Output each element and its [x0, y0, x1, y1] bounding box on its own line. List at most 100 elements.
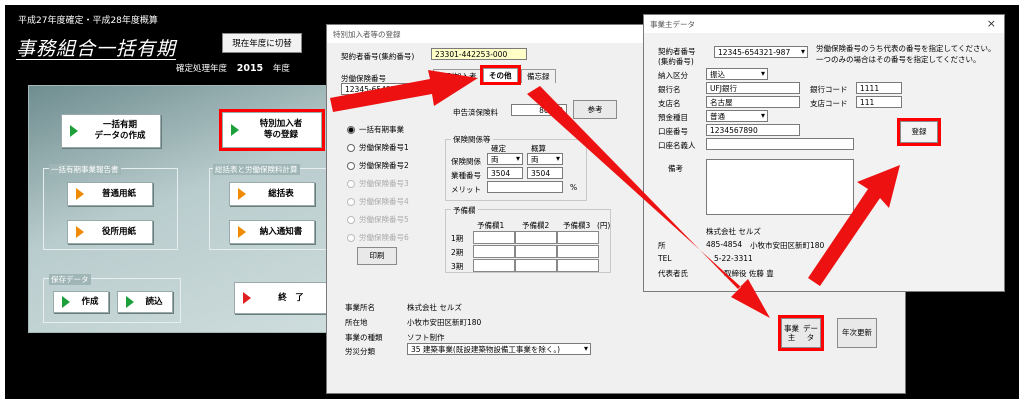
arrow-icon — [70, 125, 78, 137]
menu-panel: 一括有期 データの作成 特別加入者 等の登録 一括有期事業報告書 普通用紙 役所用紙… — [28, 85, 353, 333]
bank-code-field[interactable]: 1111 — [856, 82, 902, 94]
reserve-cell[interactable] — [557, 245, 599, 258]
reserve-col-2: 予備欄2 — [522, 221, 550, 230]
industry-estimated-field[interactable]: 3504 — [527, 167, 563, 179]
summary-button[interactable]: 総括表 — [229, 182, 315, 206]
reserve-cell[interactable] — [473, 259, 515, 272]
special-label-1: 特別加入者 — [259, 119, 303, 130]
app-title: 事務組合一括有期 — [16, 38, 177, 60]
fiscal-year-unit: 年度 — [272, 64, 290, 74]
create-data-button[interactable]: 一括有期 データの作成 — [61, 114, 161, 148]
arrow-icon — [231, 124, 239, 136]
close-icon[interactable]: × — [987, 17, 996, 30]
tab-other[interactable]: その他 — [480, 65, 521, 85]
summary-group-label: 総括表と労働保険料計算 — [213, 164, 300, 175]
radio-insurance-2[interactable]: 労働保険番号2 — [347, 160, 409, 171]
bank-name-label: 銀行名 — [658, 85, 681, 94]
merit-unit: % — [570, 183, 578, 192]
radio-insurance-4[interactable]: 労働保険番号4 — [347, 196, 409, 207]
tab-memo[interactable]: 備忘録 — [521, 69, 556, 83]
relation-confirmed-select[interactable]: 両 — [487, 153, 523, 165]
reserve-cell[interactable] — [557, 231, 599, 244]
memo-field[interactable] — [706, 159, 854, 215]
account-number-label: 口座番号 — [658, 127, 688, 136]
employer-contract-select[interactable]: 12345-654321-987 — [714, 46, 808, 58]
fiscal-year-value: 2015 — [236, 63, 264, 74]
report-group-label: 一括有期事業報告書 — [49, 164, 121, 175]
arrow-icon — [76, 226, 84, 238]
reserve-group-title: 予備欄 — [451, 205, 478, 216]
employer-contract-label: 契約者番号 (集約番号) — [658, 47, 696, 66]
reserve-col-3: 予備欄3 — [563, 221, 591, 230]
arrow-icon — [243, 292, 251, 304]
radio-insurance-5[interactable]: 労働保険番号5 — [347, 214, 409, 225]
payment-type-select[interactable]: 振込 — [706, 68, 768, 80]
account-holder-field[interactable] — [706, 138, 854, 150]
employer-data-button[interactable]: 事業主 データ — [778, 315, 824, 351]
row-merit: メリット — [451, 185, 481, 194]
annual-update-button[interactable]: 年次 更新 — [837, 318, 877, 348]
office-name-value: 株式会社 セルズ — [407, 303, 462, 312]
reserve-cell[interactable] — [473, 231, 515, 244]
industry-confirmed-field[interactable]: 3504 — [487, 167, 523, 179]
save-load-button[interactable]: 読込 — [117, 291, 173, 313]
employer-address: 小牧市安田区新町180 — [750, 241, 825, 250]
reserve-cell[interactable] — [515, 259, 557, 272]
reserve-cell[interactable] — [557, 259, 599, 272]
office-name-label: 事業所名 — [345, 303, 375, 312]
print-button[interactable]: 印刷 — [357, 247, 397, 265]
declared-premium-field[interactable]: 80000 — [511, 104, 567, 116]
tab-special[interactable]: 特別加入者 — [433, 69, 483, 83]
special-member-register-button[interactable]: 特別加入者 等の登録 — [219, 109, 325, 151]
main-menu-window: 平成27年度確定・平成28年度概算 事務組合一括有期 現在年度に切替 確定処理年… — [10, 10, 353, 340]
office-paper-button[interactable]: 役所用紙 — [67, 220, 153, 244]
branch-name-label: 支店名 — [658, 99, 681, 108]
memo-label: 備考 — [668, 164, 683, 173]
register-button[interactable]: 登録 — [897, 118, 941, 146]
radio-insurance-1[interactable]: 労働保険番号1 — [347, 142, 409, 153]
reserve-cell[interactable] — [515, 231, 557, 244]
arrow-icon — [76, 188, 84, 200]
save-create-button[interactable]: 作成 — [53, 291, 109, 313]
employer-data-window: 事業主データ × 契約者番号(集約番号) 12345-654321-987 労働… — [643, 14, 1005, 292]
save-create-label: 作成 — [81, 296, 99, 307]
accident-class-select[interactable]: 35 建築事業(既設建築物設備工事業を除く。) — [407, 343, 591, 355]
contract-number-field[interactable]: 23301-442253-000 — [431, 48, 527, 60]
app-subtitle: 平成27年度確定・平成28年度概算 — [18, 16, 158, 26]
employer-company-name: 株式会社 セルズ — [706, 227, 761, 236]
save-data-group-label: 保存データ — [49, 274, 91, 285]
deposit-type-select[interactable]: 普通 — [706, 110, 768, 122]
business-type-value: ソフト制作 — [407, 333, 445, 342]
switch-year-button[interactable]: 現在年度に切替 — [222, 33, 302, 53]
radio-insurance-3[interactable]: 労働保険番号3 — [347, 178, 409, 189]
contract-note: 労働保険番号のうち代表の番号を指定してください。 一つのみの場合はその番号を指定し… — [816, 44, 996, 64]
bank-name-field[interactable]: UFJ銀行 — [706, 82, 800, 94]
account-number-field[interactable]: 1234567890 — [706, 124, 800, 136]
insurance-number-field[interactable]: 12345-654321 — [341, 83, 421, 95]
office-paper-label: 役所用紙 — [101, 226, 136, 237]
radio-bulk-business[interactable]: 一括有期事業 — [347, 124, 404, 135]
reserve-cell[interactable] — [515, 245, 557, 258]
merit-field[interactable] — [487, 181, 563, 193]
payment-notice-label: 納入通知書 — [259, 226, 303, 237]
payment-notice-button[interactable]: 納入通知書 — [229, 220, 315, 244]
relation-estimated-select[interactable]: 両 — [527, 153, 563, 165]
reference-button[interactable]: 参考 — [573, 100, 617, 119]
location-value: 小牧市安田区新町180 — [407, 318, 482, 327]
normal-paper-button[interactable]: 普通用紙 — [67, 182, 153, 206]
reserve-cell[interactable] — [473, 245, 515, 258]
branch-name-field[interactable]: 名古屋 — [706, 96, 800, 108]
location-label: 所在地 — [345, 318, 368, 327]
period-2-label: 2期 — [451, 248, 464, 257]
employer-window-title: 事業主データ — [650, 20, 695, 29]
reserve-col-1: 予備欄1 — [477, 221, 505, 230]
exit-button[interactable]: 終 了 — [234, 282, 330, 314]
summary-label: 総括表 — [268, 188, 294, 199]
employer-representative: 取締役 佐藤 豊 — [724, 269, 774, 278]
create-data-label-1: 一括有期 — [102, 120, 137, 131]
radio-insurance-6[interactable]: 労働保険番号6 — [347, 232, 409, 243]
normal-paper-label: 普通用紙 — [101, 188, 136, 199]
branch-code-field[interactable]: 111 — [856, 96, 902, 108]
bank-code-label: 銀行コード — [810, 85, 848, 94]
arrow-icon — [238, 226, 246, 238]
